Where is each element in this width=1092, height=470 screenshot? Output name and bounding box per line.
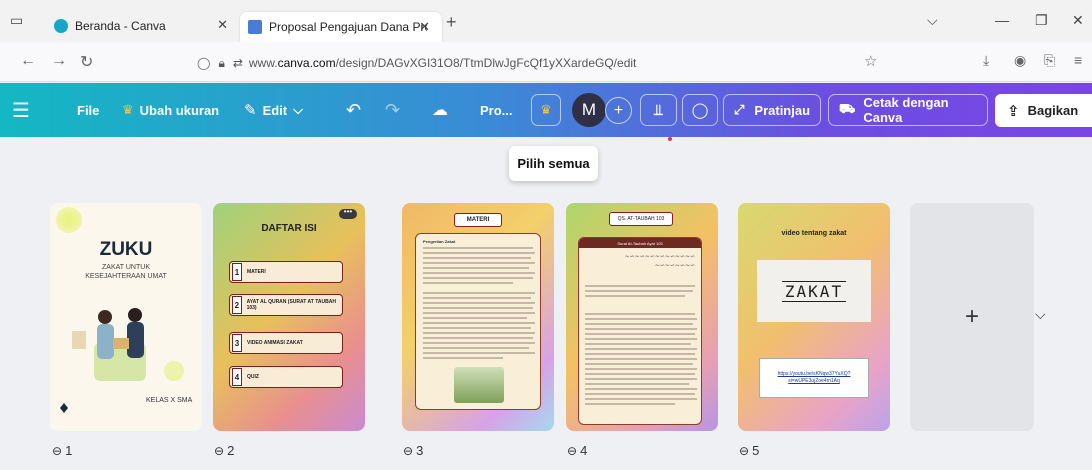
toc-title: DAFTAR ISI (261, 223, 317, 234)
extensions-icon[interactable]: ⎘ (1044, 52, 1055, 69)
bookmark-star-icon[interactable]: ☆ (864, 52, 877, 70)
truck-icon: ⛟ (839, 101, 856, 116)
materi-text-card: Pengertian Zakat (415, 233, 541, 410)
toc-item: 2 AYAT AL QURAN (SURAT AT TAUBAH 103) (229, 294, 343, 316)
tab-label: Proposal Pengajuan Dana Progr (269, 20, 427, 34)
cover-class-label: KELAS X SMA (146, 397, 193, 404)
toc-item: 1 MATERI (229, 261, 343, 283)
canva-favicon-icon (54, 19, 68, 33)
file-menu[interactable]: File (77, 83, 99, 137)
page-lock-icon: ⊖ (403, 443, 414, 458)
add-page-button[interactable]: + (910, 203, 1034, 431)
page-number-1: ⊖ 1 (52, 443, 73, 458)
close-window-icon[interactable]: ✕ (1072, 12, 1084, 29)
tab-list-icon[interactable]: ▭ (10, 12, 23, 29)
minimize-icon[interactable]: — (995, 12, 1009, 28)
tab-label: Beranda - Canva (75, 19, 166, 33)
chevron-down-icon: ⌵ (293, 102, 303, 117)
video-title: video tentang zakat (781, 230, 847, 237)
tooltip-select-all: Pilih semua (509, 146, 598, 181)
invite-add-icon[interactable]: + (605, 97, 632, 124)
page-thumbnail-2[interactable]: ••• DAFTAR ISI 1 MATERI 2 AYAT AL QURAN (S… (213, 203, 365, 431)
page-lock-icon: ⊖ (52, 443, 63, 458)
print-label: Cetak dengan Canva (863, 95, 949, 125)
zakat-image: ZAKAT (757, 260, 871, 322)
shield-icon: ◯ (197, 56, 211, 70)
hamburger-menu-icon[interactable]: ☰ (12, 83, 30, 137)
browser-tab-active[interactable]: Proposal Pengajuan Dana Progr ✕ (240, 12, 442, 42)
page-thumbnail-4[interactable]: QS. AT-TAUBAH 103 Surat At-Taubah Ayat 1… (566, 203, 718, 431)
share-button[interactable]: ⇪ Bagikan (995, 94, 1092, 127)
share-label: Bagikan (1027, 103, 1079, 118)
close-tab-icon[interactable]: ✕ (419, 19, 430, 35)
resize-label: Ubah ukuran (139, 102, 220, 118)
back-icon[interactable]: ← (20, 52, 36, 70)
restore-icon[interactable]: ❐ (1035, 12, 1048, 29)
browser-tab-home[interactable]: Beranda - Canva ✕ (44, 10, 240, 42)
undo-icon[interactable]: ↶ (346, 83, 361, 137)
project-title[interactable]: Pro... (480, 83, 513, 137)
toc-item: 4 QUIZ (229, 366, 343, 388)
crown-icon: ♛ (122, 102, 134, 117)
chevron-down-icon[interactable]: ⌵ (1035, 306, 1046, 323)
upload-icon: ⇪ (1007, 102, 1020, 120)
arabic-verse: ∼∽∼∽∼∽∼∽∼∽∼∽∼∽ ∼∽∼∽∼∽∼∽ (624, 253, 695, 269)
pencil-icon: ✎ (244, 102, 257, 119)
download-icon[interactable]: ⤓ (983, 52, 989, 69)
page-number-4: ⊖ 4 (567, 443, 588, 458)
ayat-header: QS. AT-TAUBAH 103 (609, 212, 673, 226)
comment-icon[interactable]: ◯ (682, 94, 718, 126)
url-prefix: www. (248, 56, 278, 70)
page-thumbnail-3[interactable]: MATERI Pengertian Zakat (402, 203, 554, 431)
cursor-dot (668, 137, 672, 141)
url-path: /design/DAGvXGI31O8/TtmDlwJgFcQf1yXXarde… (335, 56, 637, 70)
page-number-2: ⊖ 2 (214, 443, 235, 458)
page-number-3: ⊖ 3 (403, 443, 424, 458)
resize-button[interactable]: ♛ Ubah ukuran (122, 83, 219, 137)
url-field[interactable]: ◯ 🔒︎ ⇄ www. canva.com/design/DAGvXGI31O8/… (197, 50, 883, 76)
new-tab-icon[interactable]: + (446, 12, 457, 33)
youtube-link[interactable]: https://youtu.be/sKNqw37YuXQ?si=wUPE3ujZ… (759, 358, 869, 398)
address-bar: ← → ↻ ◯ 🔒︎ ⇄ www. canva.com/design/DAGvXG… (0, 42, 1092, 82)
page-more-options-icon[interactable]: ••• (339, 208, 357, 219)
materi-subheader: Pengertian Zakat (423, 239, 456, 244)
permissions-icon: ⇄ (232, 56, 243, 70)
cloud-saved-icon[interactable]: ☁ (432, 83, 448, 137)
preview-button[interactable]: ⤢ Pratinjau (723, 94, 821, 126)
menu-icon[interactable]: ≡ (1074, 52, 1082, 68)
redo-icon[interactable]: ↷ (385, 83, 400, 137)
browser-tab-bar: ▭ Beranda - Canva ✕ Proposal Pengajuan D… (0, 0, 1092, 42)
toc-item: 3 VIDEO ANIMASI ZAKAT (229, 332, 343, 354)
url-domain: canva.com (277, 56, 336, 70)
materi-header: MATERI (454, 213, 502, 227)
edit-menu[interactable]: ✎ Edit ⌵ (244, 83, 303, 137)
edit-label: Edit (262, 102, 288, 118)
document-favicon-icon (248, 20, 262, 34)
page-number-5: ⊖ 5 (739, 443, 760, 458)
insights-chart-icon[interactable]: ⫫ (640, 94, 677, 126)
canva-toolbar: ☰ File ♛ Ubah ukuran ✎ Edit ⌵ ↶ ↷ ☁ Pro... … (0, 83, 1092, 137)
coins-plant-image (454, 367, 504, 403)
expand-arrows-icon: ⤢ (734, 102, 745, 117)
reload-icon[interactable]: ↻ (80, 52, 93, 72)
account-icon[interactable]: ◉ (1014, 52, 1026, 69)
page-thumbnail-5[interactable]: video tentang zakat ZAKAT https://youtu.… (738, 203, 890, 431)
lock-icon: 🔒︎ (218, 55, 225, 70)
print-with-canva-button[interactable]: ⛟ Cetak dengan Canva (828, 94, 988, 126)
page-thumbnail-1[interactable]: ZUKU ZAKAT UNTUK KESEJAHTERAAN UMAT KELA… (50, 203, 202, 431)
ayat-subheader: Surat At-Taubah Ayat 103 (579, 238, 701, 248)
avatar[interactable]: M (572, 93, 606, 127)
page-lock-icon: ⊖ (567, 443, 578, 458)
ayat-card: Surat At-Taubah Ayat 103 ∼∽∼∽∼∽∼∽∼∽∼∽∼∽ ∼… (578, 237, 702, 425)
page-lock-icon: ⊖ (214, 443, 225, 458)
page-lock-icon: ⊖ (739, 443, 750, 458)
close-tab-icon[interactable]: ✕ (217, 17, 228, 33)
premium-crown-button[interactable]: ♛ (531, 94, 561, 126)
preview-label: Pratinjau (754, 102, 811, 118)
forward-icon[interactable]: → (51, 52, 67, 70)
tab-overflow-chevron-icon[interactable]: ⌵ (927, 12, 938, 29)
